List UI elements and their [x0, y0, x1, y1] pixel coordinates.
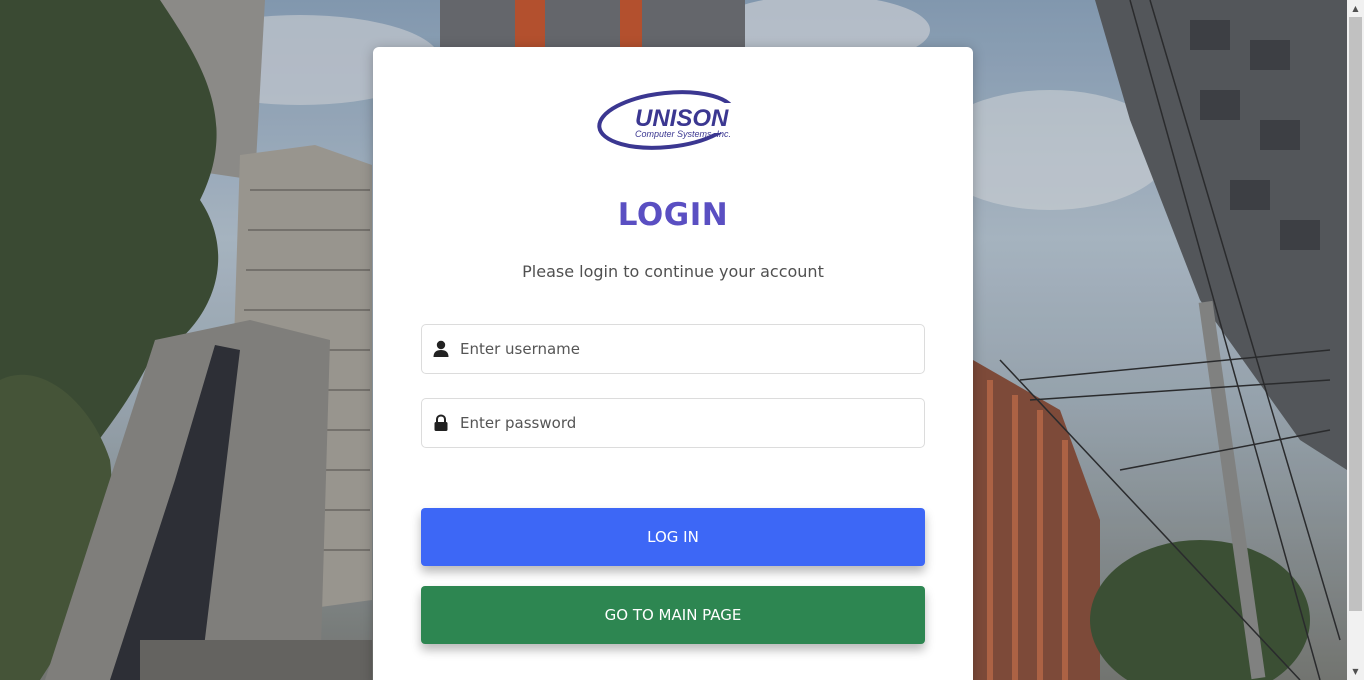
go-to-main-page-button[interactable]: GO TO MAIN PAGE	[421, 586, 925, 644]
scroll-up-arrow-icon[interactable]: ▲	[1347, 0, 1364, 17]
username-field[interactable]	[421, 324, 925, 374]
logo-brand-text: UNISON	[635, 105, 729, 132]
password-field[interactable]	[421, 398, 925, 448]
scrollbar-thumb[interactable]	[1349, 17, 1362, 611]
page-subtitle: Please login to continue your account	[522, 262, 824, 281]
scroll-down-arrow-icon[interactable]: ▼	[1347, 663, 1364, 680]
user-icon	[432, 340, 450, 358]
logo-tagline-text: Computer Systems, Inc.	[635, 129, 731, 139]
lock-icon	[432, 414, 450, 432]
unison-logo: UNISON Computer Systems, Inc.	[597, 89, 753, 151]
page-title: LOGIN	[617, 197, 729, 233]
username-input[interactable]	[460, 325, 920, 373]
page-scrollbar[interactable]: ▲ ▼	[1347, 0, 1364, 680]
login-card: UNISON Computer Systems, Inc. LOGIN Plea…	[373, 47, 973, 680]
login-button[interactable]: LOG IN	[421, 508, 925, 566]
password-input[interactable]	[460, 399, 920, 447]
